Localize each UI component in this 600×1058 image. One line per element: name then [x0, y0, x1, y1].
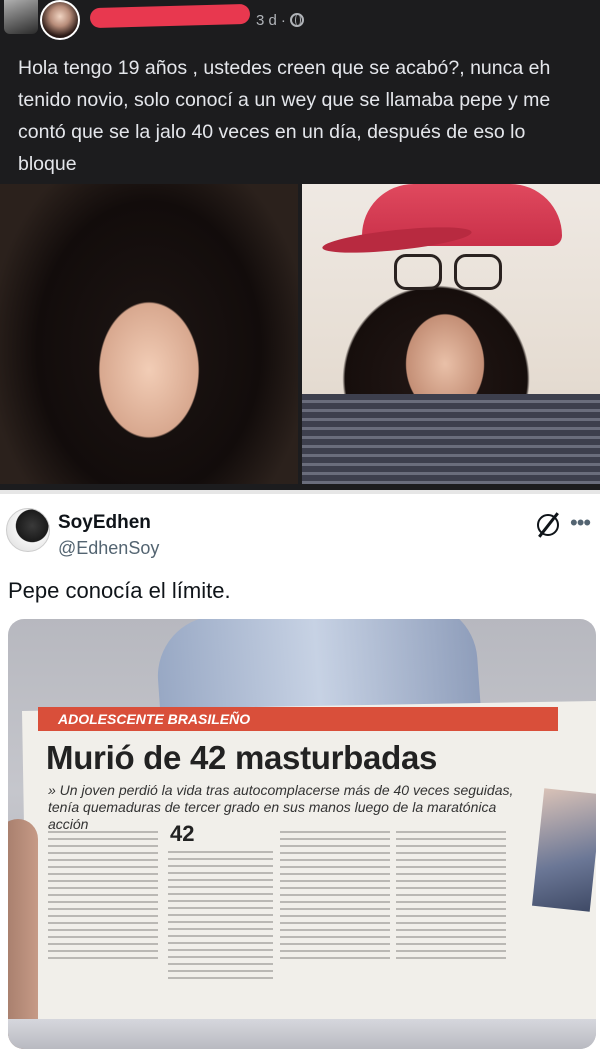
grok-icon[interactable]	[537, 514, 559, 536]
tweet-handle[interactable]: @EdhenSoy	[58, 538, 159, 559]
more-icon[interactable]: •••	[570, 510, 591, 536]
post-photo-right[interactable]	[302, 184, 600, 484]
post-meta: 3 d ·	[256, 10, 304, 30]
newspaper-kicker: ADOLESCENTE BRASILEÑO	[38, 707, 558, 731]
image-bottom-strip	[8, 1019, 596, 1049]
glasses	[394, 254, 504, 290]
author-avatar[interactable]	[40, 0, 80, 40]
newspaper-deck: » Un joven perdió la vida tras autocompl…	[48, 782, 514, 832]
redacted-author-name	[89, 3, 251, 29]
tweet-text: Pepe conocía el límite.	[8, 578, 231, 603]
tweet-avatar[interactable]	[6, 508, 50, 552]
striped-shirt	[302, 394, 600, 484]
article-column-4	[396, 831, 506, 961]
tweet-display-name[interactable]: SoyEdhen	[58, 512, 151, 534]
newspaper-headline: Murió de 42 masturbadas	[46, 739, 438, 776]
post-time[interactable]: 3 d	[256, 12, 277, 29]
newspaper-inset-photo	[531, 788, 596, 912]
post-photo-left[interactable]	[0, 184, 298, 484]
profile-picture-partial[interactable]	[4, 0, 38, 34]
section-divider	[0, 490, 600, 494]
tweet-image-newspaper[interactable]: ADOLESCENTE BRASILEÑO Murió de 42 mastur…	[8, 619, 596, 1049]
post-header: 3 d ·	[0, 0, 600, 40]
globe-icon	[289, 13, 304, 27]
newspaper-big-number: 42	[170, 821, 195, 846]
hand-holding-paper	[8, 819, 38, 1049]
article-column-1	[48, 831, 158, 961]
facebook-post: 3 d · Hola tengo 19 años , ustedes creen…	[0, 0, 600, 490]
post-text: Hola tengo 19 años , ustedes creen que s…	[18, 57, 551, 175]
article-column-3	[280, 831, 390, 961]
article-column-2	[168, 851, 273, 981]
